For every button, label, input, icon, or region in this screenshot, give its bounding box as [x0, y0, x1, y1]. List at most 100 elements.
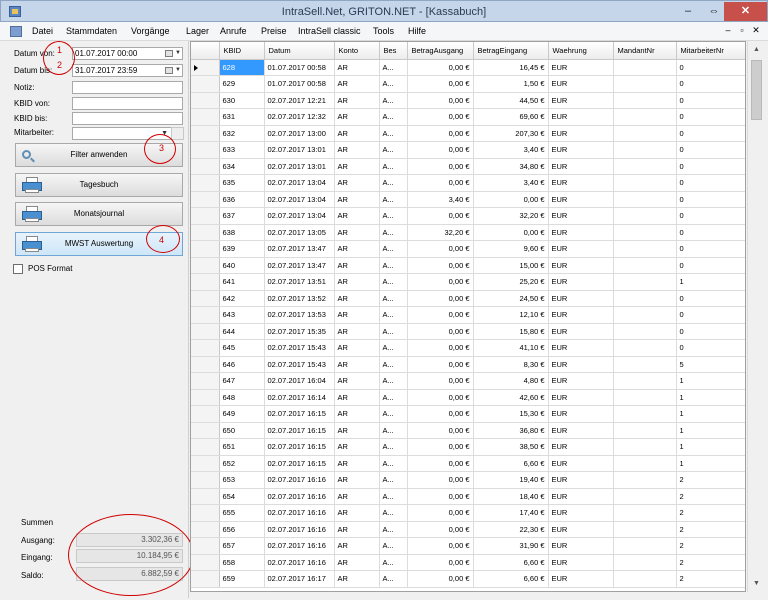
table-cell[interactable]: AR: [334, 174, 380, 192]
table-cell[interactable]: 648: [219, 389, 265, 406]
table-cell[interactable]: 02.07.2017 13:05: [264, 224, 335, 241]
table-cell[interactable]: 02.07.2017 16:16: [264, 521, 335, 538]
table-cell[interactable]: 640: [219, 257, 265, 274]
table-cell[interactable]: 653: [219, 471, 265, 489]
table-cell[interactable]: 0: [676, 240, 745, 258]
table-cell[interactable]: AR: [334, 158, 380, 175]
calendar-icon[interactable]: [165, 50, 173, 57]
table-cell[interactable]: 0,00 €: [407, 372, 474, 390]
table-cell[interactable]: [613, 537, 677, 555]
table-cell[interactable]: 0,00 €: [407, 471, 474, 489]
table-cell[interactable]: AR: [334, 488, 380, 505]
table-cell[interactable]: EUR: [548, 471, 614, 489]
table-row[interactable]: 629 01.07.2017 00:58 AR A... 0,00 €1,50 € EUR…: [191, 75, 745, 93]
table-cell[interactable]: A...: [379, 257, 408, 274]
table-cell[interactable]: 44,50 €: [473, 92, 549, 109]
table-cell[interactable]: 2: [676, 471, 745, 489]
table-cell[interactable]: EUR: [548, 92, 614, 109]
row-selector[interactable]: [191, 290, 220, 307]
table-row[interactable]: 646 02.07.2017 15:43 AR A... 0,00 €8,30 € EUR…: [191, 356, 745, 373]
table-row[interactable]: 648 02.07.2017 16:14 AR A... 0,00 €42,60 € EU…: [191, 389, 745, 406]
table-cell[interactable]: [613, 92, 677, 109]
table-cell[interactable]: 0: [676, 257, 745, 274]
table-cell[interactable]: 0,00 €: [407, 207, 474, 225]
table-cell[interactable]: AR: [334, 108, 380, 126]
table-cell[interactable]: 0: [676, 224, 745, 241]
table-cell[interactable]: 0,00 €: [407, 240, 474, 258]
table-cell[interactable]: EUR: [548, 108, 614, 126]
table-cell[interactable]: 02.07.2017 13:52: [264, 290, 335, 307]
scroll-thumb[interactable]: [751, 60, 762, 120]
table-cell[interactable]: [613, 306, 677, 324]
table-cell[interactable]: 16,45 €: [473, 59, 549, 76]
table-cell[interactable]: EUR: [548, 504, 614, 522]
table-cell[interactable]: 0: [676, 174, 745, 192]
table-cell[interactable]: 1: [676, 438, 745, 456]
table-cell[interactable]: 6,60 €: [473, 554, 549, 571]
column-header[interactable]: KBID: [219, 42, 265, 60]
table-cell[interactable]: AR: [334, 207, 380, 225]
table-cell[interactable]: AR: [334, 141, 380, 159]
datum-bis-picker[interactable]: 31.07.2017 23:59 ▼: [72, 64, 183, 77]
table-cell[interactable]: 0,00 €: [407, 273, 474, 291]
table-cell[interactable]: EUR: [548, 455, 614, 472]
table-cell[interactable]: 0,00 €: [407, 306, 474, 324]
table-cell[interactable]: 628: [219, 59, 265, 76]
table-cell[interactable]: EUR: [548, 158, 614, 175]
table-cell[interactable]: A...: [379, 108, 408, 126]
table-row[interactable]: 655 02.07.2017 16:16 AR A... 0,00 €17,40 € EU…: [191, 504, 745, 522]
table-cell[interactable]: [613, 290, 677, 307]
table-cell[interactable]: 0: [676, 75, 745, 93]
table-cell[interactable]: 629: [219, 75, 265, 93]
table-cell[interactable]: EUR: [548, 207, 614, 225]
table-cell[interactable]: 638: [219, 224, 265, 241]
table-cell[interactable]: A...: [379, 488, 408, 505]
table-cell[interactable]: [613, 521, 677, 538]
table-cell[interactable]: [613, 323, 677, 340]
table-cell[interactable]: [613, 488, 677, 505]
menu-intrasell-classic[interactable]: IntraSell classic: [298, 26, 361, 36]
table-cell[interactable]: 0,00 €: [407, 257, 474, 274]
table-cell[interactable]: 207,30 €: [473, 125, 549, 142]
table-cell[interactable]: AR: [334, 59, 380, 76]
table-cell[interactable]: EUR: [548, 339, 614, 357]
table-cell[interactable]: 02.07.2017 13:53: [264, 306, 335, 324]
table-cell[interactable]: 02.07.2017 13:51: [264, 273, 335, 291]
table-cell[interactable]: AR: [334, 339, 380, 357]
menu-stammdaten[interactable]: Stammdaten: [66, 26, 117, 36]
row-selector[interactable]: [191, 306, 220, 324]
table-cell[interactable]: A...: [379, 422, 408, 439]
row-selector[interactable]: [191, 75, 220, 93]
table-cell[interactable]: [613, 240, 677, 258]
table-cell[interactable]: AR: [334, 273, 380, 291]
column-header[interactable]: MitarbeiterNr: [676, 42, 745, 60]
table-cell[interactable]: 2: [676, 504, 745, 522]
table-cell[interactable]: AR: [334, 306, 380, 324]
table-cell[interactable]: 641: [219, 273, 265, 291]
table-cell[interactable]: [613, 438, 677, 456]
table-row[interactable]: 634 02.07.2017 13:01 AR A... 0,00 €34,80 € EU…: [191, 158, 745, 175]
table-cell[interactable]: 0: [676, 125, 745, 142]
table-cell[interactable]: EUR: [548, 125, 614, 142]
table-cell[interactable]: 657: [219, 537, 265, 555]
table-row[interactable]: 642 02.07.2017 13:52 AR A... 0,00 €24,50 € EU…: [191, 290, 745, 307]
table-cell[interactable]: 0,00 €: [407, 570, 474, 588]
table-cell[interactable]: A...: [379, 405, 408, 423]
table-row[interactable]: 645 02.07.2017 15:43 AR A... 0,00 €41,10 € EU…: [191, 339, 745, 357]
table-cell[interactable]: 31,90 €: [473, 537, 549, 555]
table-cell[interactable]: AR: [334, 372, 380, 390]
table-row[interactable]: 638 02.07.2017 13:05 AR A... 32,20 €0,00 € EU…: [191, 224, 745, 241]
table-cell[interactable]: A...: [379, 438, 408, 456]
table-cell[interactable]: AR: [334, 356, 380, 373]
table-cell[interactable]: 644: [219, 323, 265, 340]
table-cell[interactable]: 02.07.2017 15:43: [264, 339, 335, 357]
table-cell[interactable]: 0,00 €: [407, 405, 474, 423]
table-row[interactable]: 632 02.07.2017 13:00 AR A... 0,00 €207,30 € E…: [191, 125, 745, 142]
row-selector[interactable]: [191, 455, 220, 472]
table-cell[interactable]: 0: [676, 108, 745, 126]
table-cell[interactable]: A...: [379, 224, 408, 241]
table-row[interactable]: 628 01.07.2017 00:58 AR A... 0,00 €16,45 € EU…: [191, 59, 745, 76]
table-row[interactable]: 636 02.07.2017 13:04 AR A... 3,40 €0,00 € EUR…: [191, 191, 745, 208]
table-cell[interactable]: AR: [334, 521, 380, 538]
table-cell[interactable]: 632: [219, 125, 265, 142]
